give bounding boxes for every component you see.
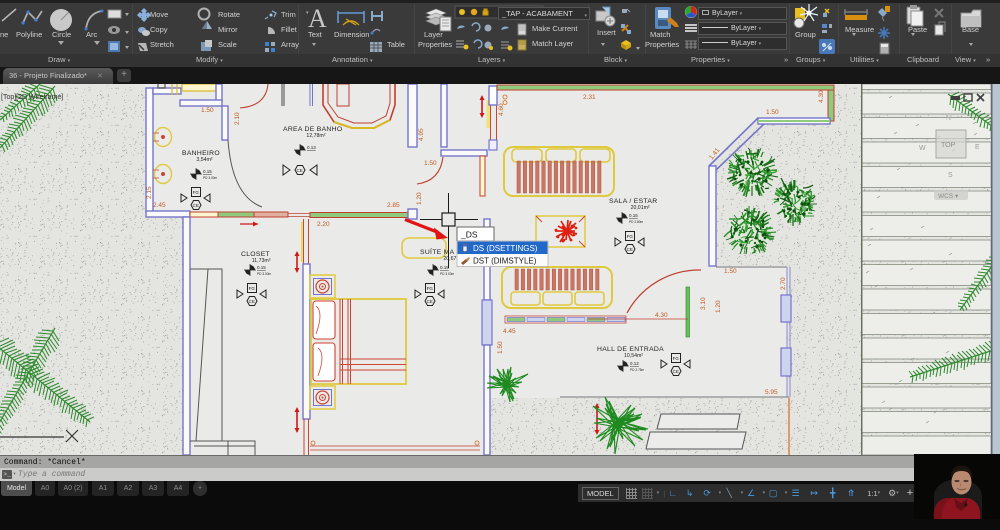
svg-text:0.15: 0.15 bbox=[440, 265, 449, 270]
svg-text:2.85: 2.85 bbox=[387, 202, 400, 209]
svg-text:W: W bbox=[919, 145, 926, 152]
svg-text:E: E bbox=[975, 144, 980, 151]
svg-text:CE: CE bbox=[427, 299, 433, 304]
svg-text:1.50: 1.50 bbox=[766, 109, 779, 116]
svg-text:SUÍTE MA: SUÍTE MA bbox=[420, 247, 455, 256]
svg-text:FG: FG bbox=[249, 286, 256, 291]
svg-text:2.31: 2.31 bbox=[583, 94, 596, 101]
svg-text:4.30: 4.30 bbox=[818, 90, 825, 103]
svg-text:S: S bbox=[948, 172, 953, 179]
svg-text:N: N bbox=[946, 115, 951, 122]
svg-text:PD 3.00m: PD 3.00m bbox=[203, 176, 218, 180]
svg-text:A: A bbox=[308, 4, 327, 33]
svg-text:0.15: 0.15 bbox=[257, 265, 266, 270]
svg-text:AREA DE BANHO: AREA DE BANHO bbox=[283, 126, 342, 133]
svg-text:WCS ▾: WCS ▾ bbox=[938, 193, 959, 200]
svg-text:BANHEIRO: BANHEIRO bbox=[182, 150, 220, 157]
svg-text:2.20: 2.20 bbox=[317, 221, 330, 228]
svg-text:_DS: _DS bbox=[460, 230, 478, 240]
svg-text:FG: FG bbox=[627, 234, 634, 239]
svg-text:PD 3.00m: PD 3.00m bbox=[440, 272, 455, 276]
svg-text:DS (DSETTINGS): DS (DSETTINGS) bbox=[473, 244, 538, 253]
svg-text:3.10: 3.10 bbox=[700, 297, 707, 310]
svg-text:[Top][2D Wireframe]: [Top][2D Wireframe] bbox=[1, 94, 63, 101]
svg-text:TOP: TOP bbox=[941, 142, 956, 149]
svg-text:FG: FG bbox=[427, 286, 434, 291]
svg-text:CE: CE bbox=[249, 299, 255, 304]
svg-text:0.12: 0.12 bbox=[630, 361, 639, 366]
svg-text:1.50: 1.50 bbox=[424, 160, 437, 167]
svg-text:FG: FG bbox=[673, 356, 680, 361]
svg-text:0.13: 0.13 bbox=[307, 145, 316, 150]
svg-text:10,54m²: 10,54m² bbox=[624, 353, 643, 359]
svg-text:DST (DIMSTYLE): DST (DIMSTYLE) bbox=[473, 257, 537, 266]
svg-text:12,78m²: 12,78m² bbox=[306, 133, 325, 139]
svg-text:CE: CE bbox=[193, 203, 199, 208]
svg-text:20,01m²: 20,01m² bbox=[631, 205, 650, 211]
svg-text:0.15: 0.15 bbox=[203, 169, 212, 174]
svg-text:CLOSET: CLOSET bbox=[241, 251, 270, 258]
svg-text:20,67: 20,67 bbox=[443, 256, 456, 262]
svg-text:2.70: 2.70 bbox=[780, 277, 787, 290]
svg-text:2.15: 2.15 bbox=[146, 186, 153, 199]
svg-text:1.20: 1.20 bbox=[416, 192, 423, 205]
svg-text:4.45: 4.45 bbox=[503, 328, 516, 335]
svg-text:2.10: 2.10 bbox=[234, 112, 241, 125]
svg-text:FG: FG bbox=[193, 190, 200, 195]
svg-text:CE: CE bbox=[673, 369, 679, 374]
svg-text:1.50: 1.50 bbox=[724, 268, 737, 275]
svg-text:3,54m²: 3,54m² bbox=[196, 157, 212, 163]
svg-text:1.20: 1.20 bbox=[715, 300, 722, 313]
svg-text:11,73m²: 11,73m² bbox=[252, 258, 271, 264]
svg-text:PD 2.80m: PD 2.80m bbox=[629, 220, 644, 224]
svg-text:4.60: 4.60 bbox=[498, 103, 505, 116]
svg-text:CE: CE bbox=[297, 168, 303, 173]
svg-text:HALL DE ENTRADA: HALL DE ENTRADA bbox=[597, 346, 664, 353]
svg-text:0.15: 0.15 bbox=[629, 213, 638, 218]
svg-text:4.30: 4.30 bbox=[655, 312, 668, 319]
svg-text:2.45: 2.45 bbox=[153, 202, 166, 209]
svg-text:5.95: 5.95 bbox=[765, 389, 778, 396]
svg-text:1.50: 1.50 bbox=[201, 107, 214, 114]
svg-text:4.95: 4.95 bbox=[418, 128, 425, 141]
svg-text:PD 2.75m: PD 2.75m bbox=[630, 368, 645, 372]
svg-text:1.50: 1.50 bbox=[497, 341, 504, 354]
svg-text:CE: CE bbox=[627, 247, 633, 252]
svg-text:SALA / ESTAR: SALA / ESTAR bbox=[609, 198, 657, 205]
svg-text:PD 3.00m: PD 3.00m bbox=[257, 272, 272, 276]
